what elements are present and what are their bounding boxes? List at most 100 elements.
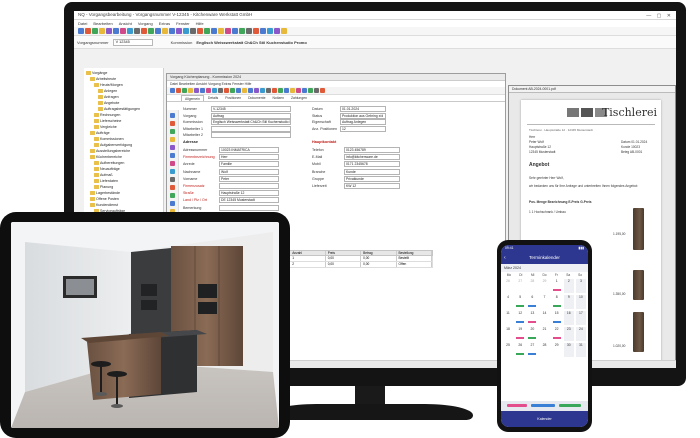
field-value[interactable]: [219, 204, 279, 211]
window-controls[interactable]: — ▢ ✕: [646, 12, 673, 20]
phone-footer[interactable]: Kalender: [501, 411, 588, 427]
toolbar-icon[interactable]: [85, 28, 91, 34]
calendar-day[interactable]: 29: [552, 343, 562, 357]
toolbar-icon[interactable]: [200, 88, 205, 93]
menu-item[interactable]: Bearbeiten: [93, 21, 112, 26]
side-tool-icon[interactable]: [170, 129, 175, 134]
toolbar-icon[interactable]: [278, 88, 283, 93]
field-value[interactable]: 10023 INMATRICA: [219, 147, 279, 153]
toolbar-icon[interactable]: [281, 28, 287, 34]
toolbar-icon[interactable]: [206, 88, 211, 93]
toolbar-icon[interactable]: [99, 28, 105, 34]
toolbar-icon[interactable]: [78, 28, 84, 34]
calendar-day[interactable]: 22: [552, 327, 562, 341]
toolbar-icon[interactable]: [211, 28, 217, 34]
field-value[interactable]: Wolf: [219, 168, 279, 175]
calendar-day[interactable]: 13: [527, 311, 537, 325]
toolbar-icon[interactable]: [236, 88, 241, 93]
toolbar-icon[interactable]: [267, 28, 273, 34]
field-value[interactable]: Kunde: [344, 168, 400, 175]
side-tool-icon[interactable]: [170, 121, 175, 126]
menu-item[interactable]: Fenster: [176, 21, 190, 26]
toolbar-icon[interactable]: [113, 28, 119, 34]
grid-header-cell[interactable]: Bestellung: [397, 251, 432, 255]
toolbar-icon[interactable]: [212, 88, 217, 93]
field-value[interactable]: 0123 456789: [344, 147, 400, 153]
calendar-day[interactable]: 12: [515, 311, 525, 325]
toolbar-icon[interactable]: [239, 28, 245, 34]
toolbar-icon[interactable]: [314, 88, 319, 93]
calendar-day[interactable]: 2: [563, 279, 574, 293]
toolbar-icon[interactable]: [194, 88, 199, 93]
calendar-day[interactable]: 19: [515, 327, 525, 341]
toolbar-icon[interactable]: [197, 28, 203, 34]
calendar-day[interactable]: 23: [563, 327, 574, 341]
field-value[interactable]: Herr: [219, 154, 279, 161]
field-value[interactable]: Peter: [219, 175, 279, 182]
side-tool-icon[interactable]: [170, 145, 175, 150]
toolbar-icon[interactable]: [308, 88, 313, 93]
tab-details[interactable]: Details: [205, 95, 221, 101]
toolbar-icon[interactable]: [106, 28, 112, 34]
calendar-day[interactable]: 9: [563, 295, 574, 309]
toolbar-icon[interactable]: [224, 88, 229, 93]
toolbar-icon[interactable]: [266, 88, 271, 93]
toolbar-icon[interactable]: [296, 88, 301, 93]
side-tool-icon[interactable]: [170, 113, 175, 118]
calendar-day[interactable]: 4: [503, 295, 513, 309]
field-value[interactable]: [219, 183, 279, 189]
toolbar-icon[interactable]: [134, 28, 140, 34]
calendar-day[interactable]: 29: [539, 279, 549, 293]
calendar-day[interactable]: 26: [503, 279, 513, 293]
toolbar-icon[interactable]: [246, 28, 252, 34]
back-arrow-icon[interactable]: ‹: [504, 252, 506, 264]
field-value[interactable]: Familie: [219, 161, 279, 168]
field-value[interactable]: KW 12: [344, 183, 400, 189]
field-value[interactable]: Auftrag Anlegen: [340, 119, 386, 125]
calendar-day[interactable]: 20: [527, 327, 537, 341]
field-value[interactable]: [211, 125, 291, 132]
toolbar-icon[interactable]: [232, 28, 238, 34]
toolbar-icon[interactable]: [176, 28, 182, 34]
calendar-day[interactable]: 25: [503, 343, 513, 357]
side-tool-icon[interactable]: [170, 137, 175, 142]
toolbar-icon[interactable]: [190, 28, 196, 34]
toolbar-icon[interactable]: [284, 88, 289, 93]
toolbar-icon[interactable]: [162, 28, 168, 34]
side-tool-icon[interactable]: [170, 201, 175, 206]
toolbar-icon[interactable]: [254, 88, 259, 93]
calendar-day[interactable]: 28: [527, 279, 537, 293]
field-value[interactable]: Produktion aus Gebring x/d: [340, 112, 386, 119]
toolbar-icon[interactable]: [92, 28, 98, 34]
calendar-day[interactable]: 15: [552, 311, 562, 325]
kitchen-3d-render[interactable]: [11, 222, 279, 428]
calendar-day[interactable]: 7: [539, 295, 549, 309]
calendar-day[interactable]: 11: [503, 311, 513, 325]
toolbar-icon[interactable]: [183, 28, 189, 34]
field-value[interactable]: Englisch Weisswerkstatt Ch&Ch Stil Kuche…: [211, 119, 291, 125]
toolbar-icon[interactable]: [272, 88, 277, 93]
toolbar-icon[interactable]: [248, 88, 253, 93]
calendar-day[interactable]: 18: [503, 327, 513, 341]
toolbar-icon[interactable]: [218, 88, 223, 93]
toolbar-icon[interactable]: [290, 88, 295, 93]
calendar-day[interactable]: 17: [575, 311, 586, 325]
menu-item[interactable]: Hilfe: [196, 21, 204, 26]
toolbar-icon[interactable]: [182, 88, 187, 93]
calendar-day[interactable]: 27: [527, 343, 537, 357]
toolbar-icon[interactable]: [230, 88, 235, 93]
phone-month-label[interactable]: März 2024: [501, 264, 588, 272]
grid-header-cell[interactable]: Anzahl: [290, 251, 326, 255]
calendar-day[interactable]: 8: [552, 295, 562, 309]
calendar-day[interactable]: 5: [515, 295, 525, 309]
calendar-day[interactable]: 14: [539, 311, 549, 325]
toolbar-icon[interactable]: [260, 28, 266, 34]
calendar-day[interactable]: 1: [552, 279, 562, 293]
menu-item[interactable]: Datei: [78, 21, 87, 26]
toolbar-icon[interactable]: [148, 28, 154, 34]
calendar-day[interactable]: 27: [515, 279, 525, 293]
field-value[interactable]: 01.01.2024: [340, 106, 386, 112]
toolbar-icon[interactable]: [218, 28, 224, 34]
field-value[interactable]: info@kitchenware.de: [344, 154, 400, 161]
field-value[interactable]: V-12345: [211, 106, 291, 112]
